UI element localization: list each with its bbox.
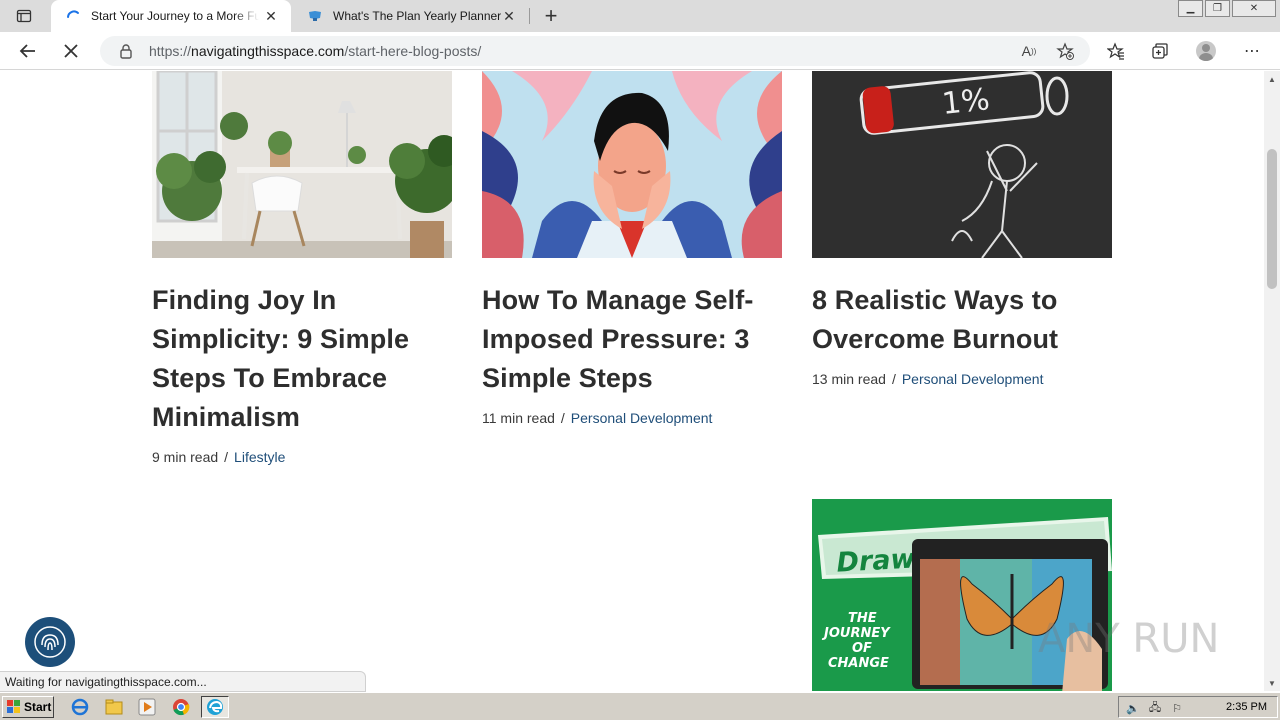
network-icon[interactable]: 🖧 <box>1147 700 1163 716</box>
promo-subtitle-line: CHANGE <box>828 656 889 671</box>
post-image-minimalist-desk[interactable] <box>152 71 452 258</box>
meta-separator: / <box>560 410 565 426</box>
post-meta: 9 min read / Lifestyle <box>152 449 452 465</box>
stop-icon <box>64 44 78 58</box>
start-label: Start <box>24 700 52 714</box>
post-title-link[interactable]: How To Manage Self-Imposed Pressure: 3 S… <box>482 281 782 398</box>
windows-logo-icon <box>7 700 20 713</box>
media-player-icon[interactable] <box>137 697 157 717</box>
flag-icon[interactable]: ⚐ <box>1169 700 1185 716</box>
start-button[interactable]: Start <box>2 696 54 718</box>
fingerprint-icon <box>34 626 66 658</box>
read-aloud-icon[interactable]: A)) <box>1018 41 1040 61</box>
tab-title: What's The Plan Yearly Planner <box>333 9 501 23</box>
post-image-stressed-woman[interactable] <box>482 71 782 258</box>
window-close-button[interactable]: ✕ <box>1232 0 1276 17</box>
post-card: Finding Joy In Simplicity: 9 Simple Step… <box>152 71 452 465</box>
url-path: /start-here-blog-posts/ <box>344 43 482 59</box>
read-time: 11 min read <box>482 410 555 426</box>
post-image-chalkboard-battery[interactable]: 1% <box>812 71 1112 258</box>
volume-icon[interactable]: 🔈 <box>1125 700 1141 716</box>
page-content: Finding Joy In Simplicity: 9 Simple Step… <box>0 71 1264 691</box>
promo-subtitle-line: OF <box>852 641 872 656</box>
post-title-link[interactable]: Finding Joy In Simplicity: 9 Simple Step… <box>152 281 452 437</box>
new-tab-button[interactable]: + <box>538 3 564 28</box>
vertical-scrollbar[interactable]: ▲ ▼ <box>1264 71 1280 691</box>
tab-start-your-journey[interactable]: Start Your Journey to a More Fu ✕ <box>51 0 291 32</box>
post-card: 1% 8 Realistic Ways to Overcome Burnout … <box>812 71 1112 387</box>
window-controls: ▁ ❐ ✕ <box>1176 0 1276 18</box>
status-bar: Waiting for navigatingthisspace.com... <box>0 671 366 692</box>
system-tray: 🔈 🖧 ⚐ 2:35 PM <box>1118 696 1278 718</box>
restore-button[interactable]: ❐ <box>1205 0 1230 17</box>
meta-separator: / <box>224 449 229 465</box>
post-meta: 11 min read / Personal Development <box>482 410 782 426</box>
category-link[interactable]: Personal Development <box>571 410 713 426</box>
chrome-icon[interactable] <box>171 697 191 717</box>
category-link[interactable]: Personal Development <box>902 371 1044 387</box>
promo-subtitle-line: THE <box>848 611 877 626</box>
lock-icon[interactable] <box>118 43 134 59</box>
floating-widget-button[interactable] <box>25 617 75 667</box>
meta-separator: / <box>891 371 896 387</box>
stop-loading-button[interactable] <box>57 38 85 64</box>
profile-avatar[interactable] <box>1194 39 1218 63</box>
back-arrow-icon <box>19 44 35 58</box>
close-tab-icon[interactable]: ✕ <box>263 8 279 24</box>
tab-divider <box>529 8 530 24</box>
clock[interactable]: 2:35 PM <box>1226 701 1267 713</box>
scroll-thumb[interactable] <box>1267 149 1277 289</box>
post-card: How To Manage Self-Imposed Pressure: 3 S… <box>482 71 782 426</box>
promo-subtitle-line: JOURNEY <box>821 626 891 641</box>
toolbar: https://navigatingthisspace.com/start-he… <box>0 32 1280 70</box>
address-bar[interactable]: https://navigatingthisspace.com/start-he… <box>100 36 1090 66</box>
scroll-up-arrow-icon[interactable]: ▲ <box>1264 71 1280 87</box>
minimize-button[interactable]: ▁ <box>1178 0 1203 17</box>
category-link[interactable]: Lifestyle <box>234 449 285 465</box>
loading-spinner-icon <box>65 8 81 24</box>
plus-icon: + <box>544 3 558 28</box>
post-meta: 13 min read / Personal Development <box>812 371 1112 387</box>
back-button[interactable] <box>14 38 42 64</box>
url-text[interactable]: https://navigatingthisspace.com/start-he… <box>149 43 481 59</box>
avatar-icon <box>1196 41 1216 61</box>
watermark-text: ANY RUN <box>1038 616 1219 662</box>
more-options-icon[interactable]: ⋯ <box>1240 39 1264 63</box>
collections-icon[interactable] <box>1148 39 1172 63</box>
url-host: navigatingthisspace.com <box>191 43 345 59</box>
taskbar: Start 🔈 🖧 ⚐ 2:35 PM <box>0 692 1280 720</box>
add-favorite-icon[interactable] <box>1054 41 1076 61</box>
favorites-icon[interactable] <box>1104 39 1128 63</box>
ie-icon[interactable] <box>70 697 90 717</box>
tab-title: Start Your Journey to a More Fu <box>91 9 259 23</box>
read-time: 13 min read <box>812 371 886 387</box>
tab-actions-icon <box>16 9 32 23</box>
tab-yearly-planner[interactable]: What's The Plan Yearly Planner ✕ <box>293 0 529 32</box>
site-favicon-icon <box>307 8 323 24</box>
battery-percent: 1% <box>940 82 991 122</box>
scroll-down-arrow-icon[interactable]: ▼ <box>1264 675 1280 691</box>
post-title-link[interactable]: 8 Realistic Ways to Overcome Burnout <box>812 281 1112 359</box>
close-tab-icon[interactable]: ✕ <box>501 8 517 24</box>
folder-icon[interactable] <box>104 697 124 717</box>
url-scheme: https:// <box>149 43 192 59</box>
edge-icon[interactable] <box>201 696 229 718</box>
tab-bar: Start Your Journey to a More Fu ✕ What's… <box>0 0 1280 32</box>
tab-actions-button[interactable] <box>8 4 40 28</box>
read-time: 9 min read <box>152 449 219 465</box>
anyrun-watermark: ANY RUN <box>1038 604 1238 674</box>
